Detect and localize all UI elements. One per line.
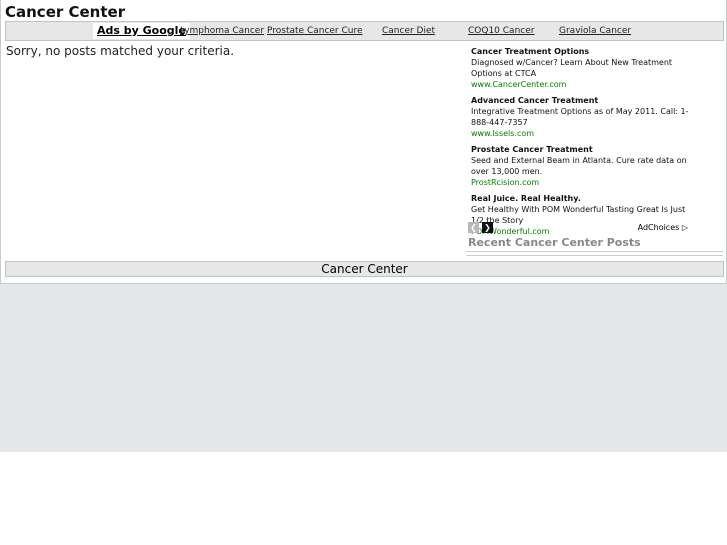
ad-description: Integrative Treatment Options as of May … [471,107,689,127]
adchoices-label: AdChoices [637,223,680,232]
ad-item[interactable]: Advanced Cancer Treatment Integrative Tr… [471,95,693,139]
site-title[interactable]: Cancer Center [5,3,125,21]
divider [466,251,723,252]
footer-title[interactable]: Cancer Center [321,262,407,276]
recent-posts-heading: Recent Cancer Center Posts [468,236,641,249]
ad-link-coq10[interactable]: COQ10 Cancer [468,25,534,37]
ads-by-google-label[interactable]: Ads by Google [93,23,190,39]
ad-description: Diagnosed w/Cancer? Learn About New Trea… [471,58,673,78]
ad-link-cancer-diet[interactable]: Cancer Diet [382,25,435,37]
chevron-left-icon[interactable]: ❮ [468,222,479,233]
chevron-right-icon[interactable]: ❯ [482,222,493,233]
ad-url[interactable]: www.Issels.com [471,128,693,139]
ad-item[interactable]: Prostate Cancer Treatment Seed and Exter… [471,144,693,188]
adchoices-link[interactable]: AdChoices ▷ [638,222,688,233]
adchoices-icon: ▷ [681,223,688,232]
ad-title[interactable]: Real Juice. Real Healthy. [471,193,693,204]
ad-title[interactable]: Advanced Cancer Treatment [471,95,693,106]
ad-title[interactable]: Prostate Cancer Treatment [471,144,693,155]
ad-item[interactable]: Cancer Treatment Options Diagnosed w/Can… [471,46,693,90]
divider [466,255,723,256]
content-container: Cancer Center Ads by Google Lymphoma Can… [0,0,727,284]
google-ads-block: Cancer Treatment Options Diagnosed w/Can… [471,46,693,242]
ad-url[interactable]: ProstRcision.com [471,177,693,188]
ad-link-graviola[interactable]: Graviola Cancer [559,25,631,37]
ad-link-prostate-cure[interactable]: Prostate Cancer Cure [267,25,363,37]
no-posts-message: Sorry, no posts matched your criteria. [6,44,235,58]
ad-title[interactable]: Cancer Treatment Options [471,46,693,57]
ad-link-bar: Ads by Google Lymphoma Cancer Prostate C… [5,21,724,41]
ad-url[interactable]: www.CancerCenter.com [471,79,693,90]
ad-description: Seed and External Beam in Atlanta. Cure … [471,156,687,176]
ad-navigation: ❮ ❯ AdChoices ▷ [468,222,688,233]
ad-link-lymphoma[interactable]: Lymphoma Cancer [180,25,264,37]
footer-bar: Cancer Center [5,261,724,277]
